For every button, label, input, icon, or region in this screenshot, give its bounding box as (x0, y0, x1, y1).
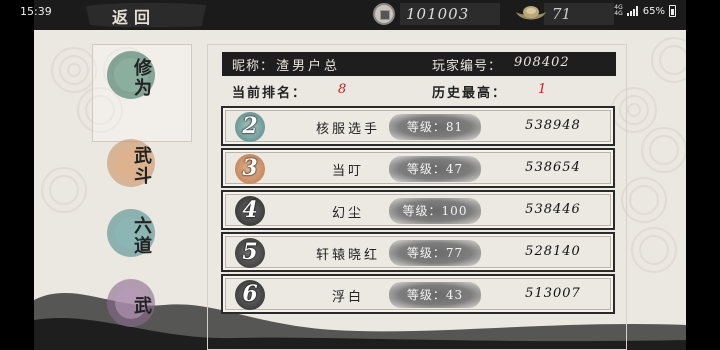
battery-icon (669, 5, 676, 17)
player-level: 等级：77 (406, 246, 464, 260)
right-letterbox (686, 0, 720, 350)
tab-cultivation[interactable]: 修为 (86, 40, 176, 118)
rank-badge: 6 (235, 280, 265, 310)
tab-combat[interactable]: 武斗 (86, 128, 176, 206)
current-rank-label: 当前排名： (232, 86, 308, 101)
player-score: 538654 (525, 160, 581, 175)
nickname-label: 昵称： (232, 59, 275, 74)
current-rank-value: 8 (338, 82, 347, 97)
game-screen: 返回 101003 71 15:39 4G 4G 65% 修为 武斗 六道 武 … (0, 0, 720, 350)
network-indicator: 4G 4G (614, 4, 623, 17)
signal-icon (626, 6, 638, 16)
tab-label: 修为 (131, 58, 152, 98)
player-level: 等级：47 (406, 162, 464, 176)
player-level: 等级：81 (406, 120, 464, 134)
tab-six-paths[interactable]: 六道 (86, 198, 176, 276)
player-id-value: 908402 (514, 55, 570, 70)
player-level: 等级：100 (402, 204, 468, 218)
tab-label: 武 (131, 296, 152, 316)
tab-label: 六道 (131, 216, 152, 256)
system-icons: 4G 4G 65% (614, 5, 676, 17)
player-score: 528140 (525, 244, 581, 259)
tab-label: 武斗 (131, 146, 152, 186)
ranking-row[interactable]: 4 幻尘 等级：100 538446 (221, 190, 615, 230)
ranking-row[interactable]: 5 轩辕晓红 等级：77 528140 (221, 232, 615, 272)
left-letterbox (0, 0, 34, 350)
rank-badge: 5 (235, 238, 265, 268)
clock: 15:39 (20, 5, 52, 18)
best-rank-label: 历史最高： (432, 86, 508, 101)
battery-percent: 65% (642, 5, 665, 17)
player-level: 等级：43 (406, 288, 464, 302)
ranking-row[interactable]: 6 浮白 等级：43 513007 (221, 274, 615, 314)
status-bar: 15:39 4G 4G 65% (0, 0, 720, 26)
best-rank-value: 1 (538, 82, 547, 97)
rank-badge: 4 (235, 196, 265, 226)
nickname-value: 渣男户总 (276, 59, 341, 74)
player-score: 513007 (525, 286, 581, 301)
player-score: 538948 (525, 118, 581, 133)
ranking-row[interactable]: 3 当叮 等级：47 538654 (221, 148, 615, 188)
ranking-row[interactable]: 2 核服选手 等级：81 538948 (221, 106, 615, 146)
rank-badge: 2 (235, 112, 265, 142)
player-score: 538446 (525, 202, 581, 217)
player-id-label: 玩家编号： (432, 59, 503, 74)
tab-martial[interactable]: 武 (86, 268, 176, 346)
rank-badge: 3 (235, 154, 265, 184)
